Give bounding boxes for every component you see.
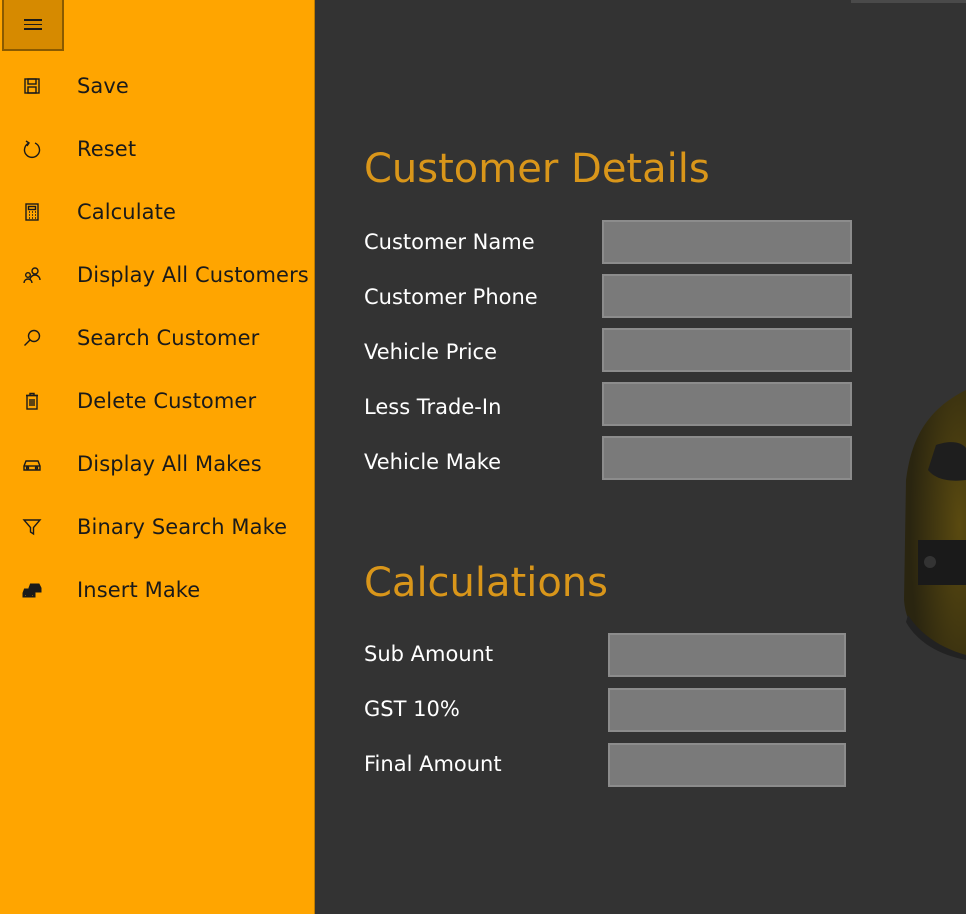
vehicle-price-field[interactable] xyxy=(602,328,852,372)
nav-item-insert-make[interactable]: Insert Make xyxy=(0,558,314,621)
customer-name-label: Customer Name xyxy=(364,230,535,254)
navigation-pane: Save Reset Calculate Display All Custome… xyxy=(0,0,315,914)
nav-item-binary-search-make[interactable]: Binary Search Make xyxy=(0,495,314,558)
nav-item-search-customer[interactable]: Search Customer xyxy=(0,306,314,369)
calculator-icon xyxy=(0,202,77,222)
nav-item-reset[interactable]: Reset xyxy=(0,117,314,180)
nav-menu: Save Reset Calculate Display All Custome… xyxy=(0,54,314,621)
customer-details-heading: Customer Details xyxy=(364,146,710,192)
car-icon xyxy=(0,454,77,474)
nav-item-save[interactable]: Save xyxy=(0,54,314,117)
hamburger-icon xyxy=(24,16,42,33)
less-trade-in-label: Less Trade-In xyxy=(364,395,502,419)
nav-label: Insert Make xyxy=(77,577,201,602)
nav-label: Search Customer xyxy=(77,325,260,350)
sub-amount-field[interactable] xyxy=(608,633,846,677)
people-icon xyxy=(0,265,77,285)
refresh-icon xyxy=(0,139,77,159)
nav-label: Display All Makes xyxy=(77,451,262,476)
nav-label: Reset xyxy=(77,136,137,161)
final-amount-field[interactable] xyxy=(608,743,846,787)
nav-label: Delete Customer xyxy=(77,388,257,413)
nav-label: Calculate xyxy=(77,199,176,224)
final-amount-label: Final Amount xyxy=(364,752,502,776)
search-icon xyxy=(0,328,77,348)
nav-item-display-all-makes[interactable]: Display All Makes xyxy=(0,432,314,495)
calculations-heading: Calculations xyxy=(364,560,608,606)
filter-icon xyxy=(0,517,77,537)
nav-label: Display All Customers xyxy=(77,262,309,287)
save-icon xyxy=(0,76,77,96)
gst-label: GST 10% xyxy=(364,697,460,721)
customer-phone-field[interactable] xyxy=(602,274,852,318)
nav-label: Binary Search Make xyxy=(77,514,288,539)
vehicle-make-field[interactable] xyxy=(602,436,852,480)
nav-item-delete-customer[interactable]: Delete Customer xyxy=(0,369,314,432)
vehicle-make-label: Vehicle Make xyxy=(364,450,502,474)
trash-icon xyxy=(0,391,77,411)
top-edge-decoration xyxy=(851,0,966,3)
car-background-image xyxy=(904,390,966,660)
vehicle-price-label: Vehicle Price xyxy=(364,340,498,364)
nav-item-display-all-customers[interactable]: Display All Customers xyxy=(0,243,314,306)
nav-item-calculate[interactable]: Calculate xyxy=(0,180,314,243)
cars-icon xyxy=(0,580,77,600)
sub-amount-label: Sub Amount xyxy=(364,642,494,666)
hamburger-menu-button[interactable] xyxy=(2,0,64,51)
customer-name-field[interactable] xyxy=(602,220,852,264)
nav-label: Save xyxy=(77,73,129,98)
less-trade-in-field[interactable] xyxy=(602,382,852,426)
customer-phone-label: Customer Phone xyxy=(364,285,538,309)
gst-field[interactable] xyxy=(608,688,846,732)
